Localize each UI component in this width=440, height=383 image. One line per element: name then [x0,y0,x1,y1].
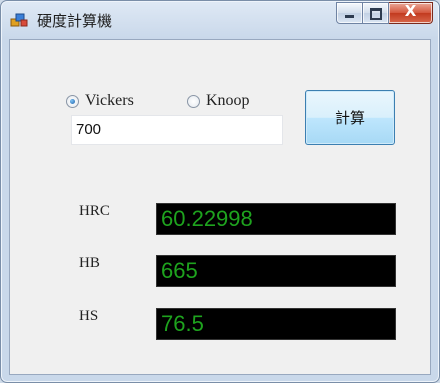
minimize-icon [345,15,354,18]
app-window: 硬度計算機 X Vickers Knoop 700 計算 HRC 60.2299… [0,0,440,383]
hs-value-display: 76.5 [156,308,396,340]
maximize-button[interactable] [363,2,389,24]
maximize-icon [370,8,382,20]
hb-value-display: 665 [156,255,396,287]
close-icon: X [404,2,417,20]
calculate-button[interactable]: 計算 [305,90,395,145]
hardness-input[interactable]: 700 [71,115,283,145]
hs-label: HS [79,308,99,324]
radio-knoop-label: Knoop [206,92,250,109]
radio-knoop-indicator[interactable] [187,94,200,108]
radio-vickers-indicator[interactable] [66,94,79,108]
caption-buttons: X [336,2,433,24]
window-title: 硬度計算機 [37,12,113,30]
app-icon[interactable] [10,12,28,28]
minimize-button[interactable] [336,2,363,24]
hrc-value-display: 60.22998 [156,203,396,235]
hb-label: HB [79,255,100,271]
close-button[interactable]: X [389,2,433,24]
radio-knoop[interactable]: Knoop [187,92,250,110]
hrc-label: HRC [79,203,110,219]
title-bar[interactable]: 硬度計算機 X [1,1,439,39]
radio-vickers-label: Vickers [85,92,134,109]
radio-vickers[interactable]: Vickers [66,92,134,110]
